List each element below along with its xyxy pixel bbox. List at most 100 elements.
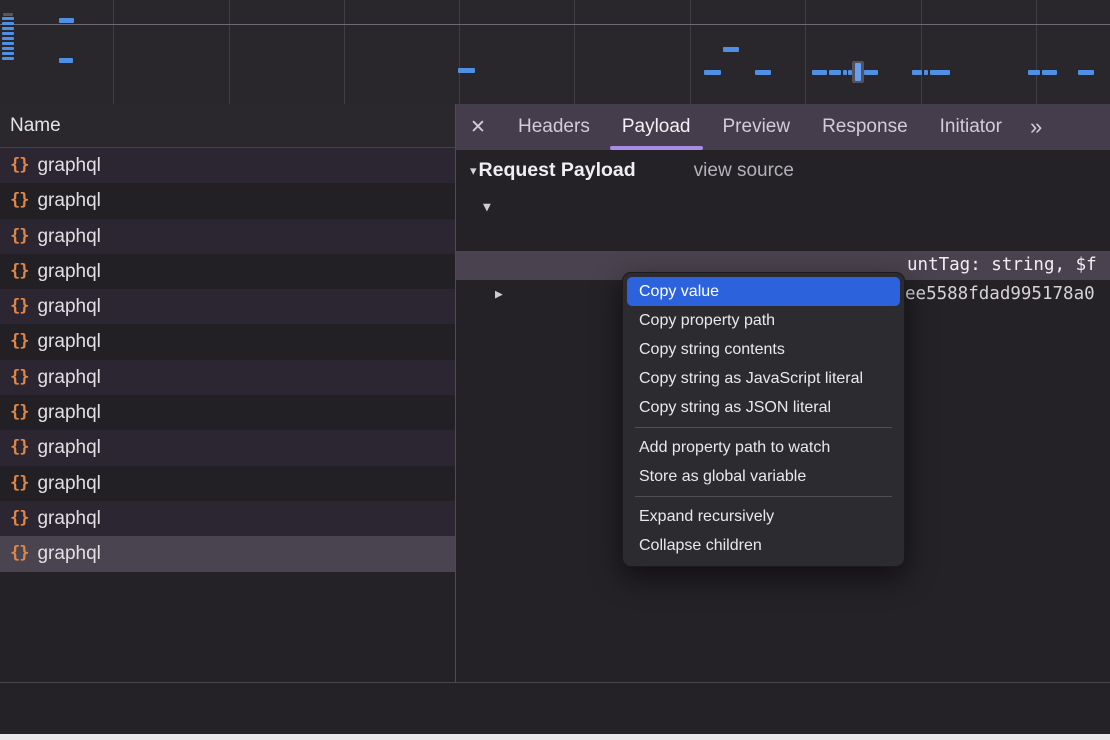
request-name-label: graphql [37, 183, 100, 218]
menu-item-copy-value[interactable]: Copy value [627, 277, 900, 306]
request-timing-bar [2, 52, 14, 55]
json-request-icon: {} [10, 219, 28, 254]
request-timing-bar [704, 70, 721, 75]
request-name-label: graphql [37, 219, 100, 254]
tree-row-operation-name[interactable]: operationName: "ipFlowTimeseries" [456, 222, 1110, 251]
name-column-header[interactable]: Name [0, 104, 455, 148]
request-timing-bar [2, 47, 14, 50]
tab-response[interactable]: Response [806, 104, 924, 150]
request-timing-bar [2, 22, 14, 25]
timeline-gridline [690, 0, 691, 104]
request-timing-bar [924, 70, 928, 75]
request-row-graphql[interactable]: {} graphql [0, 183, 455, 218]
variables-value-fragment: ee5588fdad995178a0 [905, 280, 1095, 309]
json-request-icon: {} [10, 430, 28, 465]
request-timing-bar [458, 68, 475, 73]
request-row-graphql[interactable]: {} graphql [0, 501, 455, 536]
request-timing-bar [812, 70, 827, 75]
close-icon[interactable]: ✕ [470, 116, 502, 139]
request-timing-bar [2, 27, 14, 30]
json-request-icon: {} [10, 536, 28, 571]
collapse-caret-icon: ▾ [470, 163, 477, 178]
json-request-icon: {} [10, 183, 28, 218]
request-row-graphql[interactable]: {}graphql [0, 148, 455, 183]
name-column-label: Name [10, 115, 61, 136]
json-request-icon: {} [10, 466, 28, 501]
expanded-caret-icon[interactable]: ▼ [483, 193, 491, 222]
request-row-graphql[interactable]: {} graphql [0, 395, 455, 430]
context-menu: Copy valueCopy property pathCopy string … [622, 272, 905, 567]
request-timing-bar [723, 47, 739, 52]
menu-item-copy-string-as-json-literal[interactable]: Copy string as JSON literal [627, 393, 900, 422]
timeline-gridline [1036, 0, 1037, 104]
request-rows: {} graphql {} graphql {} graphql {} graphql {} gr… [0, 148, 455, 572]
json-request-icon: {} [10, 395, 28, 430]
request-row-graphql[interactable]: {}graphql [0, 466, 455, 501]
page-bottom-strip [0, 734, 1110, 740]
request-row-graphql[interactable]: {} graphql [0, 324, 455, 359]
request-row-graphql[interactable]: {} graphql [0, 289, 455, 324]
timeline-gridline [805, 0, 806, 104]
menu-item-copy-property-path[interactable]: Copy property path [627, 306, 900, 335]
menu-item-add-property-path-to-watch[interactable]: Add property path to watch [627, 433, 900, 462]
detail-tabbar: ✕ HeadersPayloadPreviewResponseInitiator… [456, 104, 1110, 150]
network-overview-timeline[interactable] [0, 0, 1110, 106]
request-name-label: graphql [37, 395, 100, 430]
request-row-graphql[interactable]: {} graphql [0, 430, 455, 465]
tab-headers[interactable]: Headers [502, 104, 606, 150]
menu-item-expand-recursively[interactable]: Expand recursively [627, 502, 900, 531]
timeline-gridline [574, 0, 575, 104]
menu-item-copy-string-as-javascript-literal[interactable]: Copy string as JavaScript literal [627, 364, 900, 393]
tab-payload[interactable]: Payload [606, 104, 707, 150]
menu-item-store-as-global-variable[interactable]: Store as global variable [627, 462, 900, 491]
request-list-panel: Name {}graphql{}graphql{}graphql{}graphq… [0, 104, 455, 734]
menu-item-collapse-children[interactable]: Collapse children [627, 531, 900, 560]
request-name-label: graphql [37, 148, 100, 183]
request-timing-bar [2, 32, 14, 35]
timeline-rule [0, 24, 1110, 25]
json-request-icon: {} [10, 254, 28, 289]
menu-separator [635, 496, 892, 497]
json-request-icon: {} [10, 324, 28, 359]
query-value-fragment: untTag: string, $f [907, 251, 1097, 280]
request-timing-bar [2, 57, 14, 60]
request-timing-bar [2, 42, 14, 45]
request-timing-bar [912, 70, 922, 75]
request-timing-bar [2, 37, 14, 40]
request-row-graphql[interactable]: {}graphql [0, 360, 455, 395]
request-timing-bar [1028, 70, 1040, 75]
json-request-icon: {} [10, 501, 28, 536]
timeline-gridline [921, 0, 922, 104]
request-timing-bar [59, 58, 73, 63]
tree-row-root[interactable]: ▼ {operationName: "ipFlowTimeseries", va… [456, 193, 1110, 222]
request-name-label: graphql [37, 501, 100, 536]
request-name-label: graphql [37, 324, 100, 359]
json-request-icon: {} [10, 289, 28, 324]
request-name-label: graphql [37, 430, 100, 465]
panel-split-divider[interactable] [455, 104, 456, 734]
request-timing-bar [930, 70, 950, 75]
request-timing-bar [843, 70, 847, 75]
request-timing-bar [829, 70, 841, 75]
request-name-label: graphql [37, 289, 100, 324]
tab-preview[interactable]: Preview [707, 104, 807, 150]
request-row-graphql[interactable]: {} graphql [0, 219, 455, 254]
more-tabs-icon[interactable]: » [1024, 114, 1048, 140]
request-timing-bar [864, 70, 878, 75]
request-payload-section-header[interactable]: ▾Request Payload view source [456, 150, 1110, 190]
menu-item-copy-string-contents[interactable]: Copy string contents [627, 335, 900, 364]
section-title: Request Payload [479, 159, 636, 181]
view-source-link[interactable]: view source [694, 160, 794, 181]
request-row-graphql[interactable]: {}graphql [0, 254, 455, 289]
request-timing-bar [3, 13, 13, 16]
request-row-graphql[interactable]: {}graphql [0, 536, 455, 571]
timeline-gridline [459, 0, 460, 104]
tab-initiator[interactable]: Initiator [924, 104, 1018, 150]
json-request-icon: {} [10, 360, 28, 395]
request-timing-bar [1078, 70, 1094, 75]
request-timing-bar [2, 17, 14, 20]
timeline-highlight-bar [855, 63, 861, 81]
collapsed-caret-icon[interactable]: ▶ [495, 280, 503, 309]
request-timing-bar [1042, 70, 1057, 75]
request-timing-bar [59, 18, 74, 23]
